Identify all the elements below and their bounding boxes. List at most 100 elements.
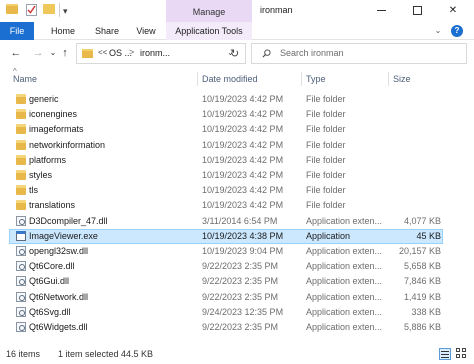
file-row[interactable]: translations 10/19/2023 4:42 PM File folde… [0,198,474,213]
file-date-modified: 9/22/2023 2:35 PM [202,291,279,302]
tab-file[interactable]: File [0,22,34,40]
file-type: Application exten... [306,291,383,302]
file-row[interactable]: imageformats 10/19/2023 4:42 PM File folde… [0,122,474,137]
expand-ribbon-chevron-icon[interactable]: ⌄ [433,26,443,36]
file-name: opengl32sw.dll [29,246,89,256]
maximize-icon [412,5,422,15]
file-name: ImageViewer.exe [29,230,98,241]
file-row[interactable]: Qt6Network.dll 9/22/2023 2:35 PM Applicati… [0,290,474,305]
file-row[interactable]: Qt6Gui.dll 9/22/2023 2:35 PM Application e… [0,274,474,289]
large-icons-view-icon[interactable] [456,348,468,360]
tab-application-tools[interactable]: Application Tools [166,22,252,40]
file-name: styles [29,170,53,180]
navigation-bar: ← → ⌄ ↑ << OS ... > ironm... ⌄ ↻ Search … [0,40,474,68]
file-name: Qt6Widgets.dll [29,322,88,332]
folder-icon [16,139,26,150]
manage-contextual-label: Manage [166,0,252,22]
column-header-size[interactable]: Size [393,74,411,84]
column-divider[interactable] [197,72,198,86]
file-row[interactable]: iconengines 10/19/2023 4:42 PM File folder [0,107,474,122]
close-button[interactable]: ✕ [434,0,472,20]
maximize-button[interactable] [398,0,436,20]
minimize-button[interactable] [362,0,400,20]
file-date-modified: 10/19/2023 4:42 PM [202,185,284,196]
address-overflow[interactable]: << [98,48,107,57]
file-row[interactable]: opengl32sw.dll 10/19/2023 9:04 PM Applicat… [0,244,474,259]
file-name: translations [29,200,76,211]
file-row[interactable]: ImageViewer.exe 10/19/2023 4:38 PM Applica… [0,228,474,244]
file-date-modified: 9/22/2023 2:35 PM [202,261,279,272]
file-date-modified: 9/22/2023 2:35 PM [202,276,279,287]
file-row[interactable]: Qt6Widgets.dll 9/22/2023 2:35 PM Applicati… [0,320,474,335]
forward-arrow-icon[interactable]: → [31,46,45,60]
breadcrumb-separator-icon[interactable]: > [129,47,134,57]
address-bar[interactable]: << OS ... > ironm... ⌄ [76,43,246,64]
file-row[interactable]: D3Dcompiler_47.dll 3/11/2014 6:54 PM Appli… [0,214,474,229]
folder-icon[interactable] [6,4,18,14]
tab-home[interactable]: Home [44,22,82,40]
file-type: File folder [306,124,346,135]
file-size: 1,419 KB [403,291,441,302]
item-count: 16 items [6,349,41,359]
file-name: networkinformation [29,139,106,150]
file-name: iconengines [29,109,78,120]
file-date-modified: 10/19/2023 4:42 PM [202,94,284,104]
column-header-date[interactable]: Date modified [202,74,258,84]
file-size: 7,846 KB [403,276,441,287]
search-input[interactable]: Search ironman [251,43,467,64]
file-name: platforms [29,154,67,165]
ribbon-tabs: File Home Share View Application Tools ⌄… [0,22,474,40]
file-date-modified: 10/19/2023 4:42 PM [202,124,284,135]
up-arrow-icon[interactable]: ↑ [58,46,72,60]
tab-share[interactable]: Share [89,22,125,40]
tab-view[interactable]: View [130,22,162,40]
dll-file-icon [16,322,26,332]
file-type: Application exten... [306,215,383,226]
file-row[interactable]: tls 10/19/2023 4:42 PM File folder [0,183,474,198]
breadcrumb-current[interactable]: ironm... [140,48,170,58]
refresh-icon[interactable]: ↻ [230,47,239,60]
back-arrow-icon[interactable]: ← [9,46,23,60]
column-header-name[interactable]: Name [13,74,37,84]
file-type: File folder [306,185,346,196]
help-icon[interactable]: ? [451,25,463,37]
properties-icon[interactable] [26,4,37,16]
dll-file-icon [16,215,26,226]
file-date-modified: 9/24/2023 12:35 PM [202,306,284,317]
folder-icon [16,170,26,180]
new-folder-icon[interactable] [43,4,55,14]
customize-toolbar-chevron-icon[interactable]: ▾ [63,4,68,18]
file-row[interactable]: generic 10/19/2023 4:42 PM File folder [0,92,474,107]
close-icon: ✕ [448,4,458,16]
column-divider[interactable] [301,72,302,86]
file-date-modified: 10/19/2023 4:42 PM [202,200,284,211]
file-name: tls [29,185,38,196]
file-type: File folder [306,200,346,211]
file-name: Qt6Svg.dll [29,306,71,317]
search-placeholder: Search ironman [280,48,344,58]
minimize-icon [376,9,386,11]
status-bar: 16 items 1 item selected 44.5 KB [0,344,474,364]
details-view-icon[interactable] [439,348,451,360]
recent-locations-chevron-icon[interactable]: ⌄ [48,46,58,60]
title-bar: ▾ Manage ironman ✕ [0,0,474,22]
file-row[interactable]: platforms 10/19/2023 4:42 PM File folder [0,153,474,168]
file-name: Qt6Core.dll [29,261,75,272]
file-name: D3Dcompiler_47.dll [29,215,108,226]
file-row[interactable]: Qt6Core.dll 9/22/2023 2:35 PM Application … [0,259,474,274]
file-type: File folder [306,170,346,180]
column-divider[interactable] [388,72,389,86]
file-row[interactable]: styles 10/19/2023 4:42 PM File folder [0,168,474,183]
file-date-modified: 10/19/2023 4:42 PM [202,109,284,120]
window-title: ironman [260,5,293,15]
folder-icon [16,124,26,135]
file-row[interactable]: Qt6Svg.dll 9/24/2023 12:35 PM Application … [0,305,474,320]
exe-file-icon [16,230,26,241]
file-size: 5,658 KB [403,261,441,272]
file-date-modified: 10/19/2023 4:42 PM [202,139,284,150]
file-row[interactable]: networkinformation 10/19/2023 4:42 PM File… [0,138,474,153]
file-size: 4,077 KB [403,215,441,226]
folder-icon [82,49,93,58]
selection-info: 1 item selected 44.5 KB [58,349,154,359]
column-header-type[interactable]: Type [306,74,326,84]
